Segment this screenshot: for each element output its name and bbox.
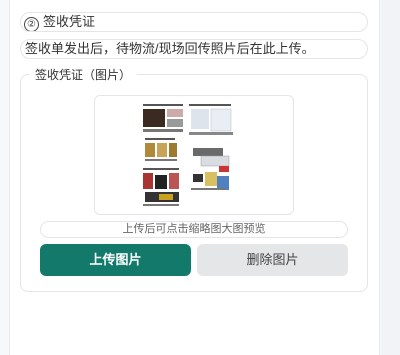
notice-text: 签收单发出后，待物流/现场回传照片后在此上传。 [20, 39, 368, 59]
section-title: 签收凭证 [43, 14, 96, 29]
delete-image-button[interactable]: 删除图片 [197, 244, 348, 276]
scroll-track[interactable] [381, 0, 400, 355]
thumbnail-image [143, 104, 233, 206]
group-legend: 签收凭证（图片） [35, 68, 132, 82]
step-number: ② [24, 17, 39, 31]
preview-hint: 上传后可点击缩略图大图预览 [40, 221, 348, 238]
section-header: ② 签收凭证 [20, 12, 368, 32]
upload-image-button[interactable]: 上传图片 [40, 244, 191, 276]
image-thumbnail[interactable] [94, 95, 294, 215]
